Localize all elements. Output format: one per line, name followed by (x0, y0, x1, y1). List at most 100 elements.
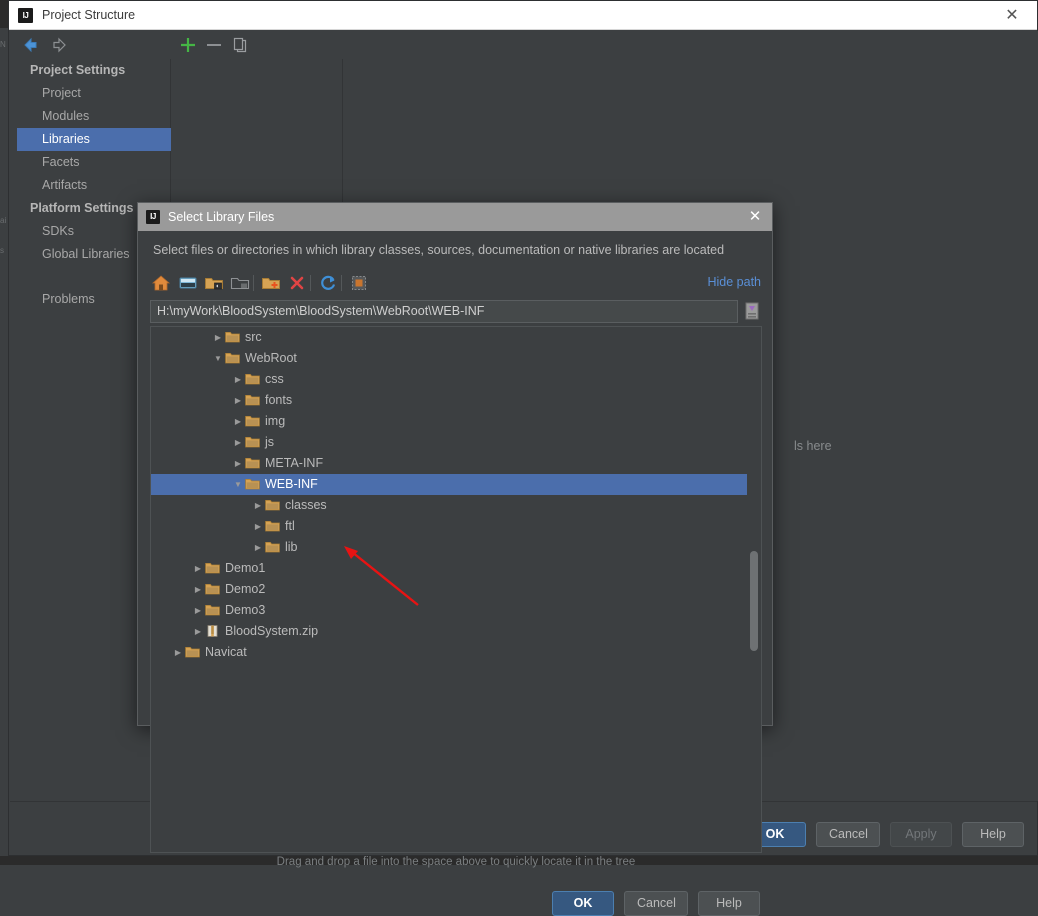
select-library-files-dialog: Select Library Files ✕ Select files or d… (137, 202, 773, 916)
show-hidden-icon[interactable] (347, 271, 371, 295)
chevron-right-icon[interactable]: ▶ (251, 516, 265, 537)
dialog-close-button[interactable]: ✕ (738, 203, 772, 231)
module-dir-icon[interactable] (228, 271, 252, 295)
sidebar-item-modules[interactable]: Modules (10, 105, 170, 128)
tree-node-demo3[interactable]: ▶ Demo3 (151, 600, 748, 621)
window-close-button[interactable]: ✕ (995, 1, 1029, 30)
desktop-icon[interactable] (176, 271, 200, 295)
tree-node-label: WEB-INF (265, 477, 318, 491)
tree-node-label: Navicat (205, 645, 247, 659)
tree-node-demo2[interactable]: ▶ Demo2 (151, 579, 748, 600)
add-button[interactable] (175, 32, 201, 58)
remove-button[interactable] (201, 32, 227, 58)
tree-node-img[interactable]: ▶ img (151, 411, 748, 432)
window-title: Project Structure (42, 8, 136, 22)
dialog-ok-button[interactable]: OK (552, 891, 614, 916)
tree-node-demo1[interactable]: ▶ Demo1 (151, 558, 748, 579)
dialog-title: Select Library Files (168, 210, 275, 224)
zip-icon (205, 623, 220, 637)
tree-node-js[interactable]: ▶ js (151, 432, 748, 453)
file-tree-panel[interactable]: ▶ src ▼ WebRoot ▶ css ▶ fonts ▶ img ▶ js ▶ META-INF ▼ W… (150, 326, 762, 853)
path-history-icon[interactable] (742, 300, 762, 323)
chevron-right-icon[interactable]: ▶ (231, 411, 245, 432)
dialog-description: Select files or directories in which lib… (153, 243, 725, 257)
tree-node-label: Demo1 (225, 561, 266, 575)
forward-arrow-icon[interactable] (49, 34, 71, 56)
tree-node-bloodsystem-zip[interactable]: ▶ BloodSystem.zip (151, 621, 748, 642)
chevron-right-icon[interactable]: ▶ (191, 558, 205, 579)
file-tree[interactable]: ▶ src ▼ WebRoot ▶ css ▶ fonts ▶ img ▶ js ▶ META-INF ▼ W… (151, 327, 748, 852)
tree-node-label: js (265, 435, 275, 449)
help-button[interactable]: Help (962, 822, 1024, 847)
path-input[interactable]: H:\myWork\BloodSystem\BloodSystem\WebRoo… (150, 300, 738, 323)
tree-scrollbar-thumb[interactable] (750, 551, 758, 651)
chevron-right-icon[interactable]: ▶ (191, 621, 205, 642)
chevron-right-icon[interactable]: ▶ (191, 579, 205, 600)
toolbar-separator (310, 275, 311, 291)
intellij-logo-icon (146, 210, 160, 224)
chevron-right-icon[interactable]: ▶ (191, 600, 205, 621)
cancel-button[interactable]: Cancel (816, 822, 880, 847)
tree-node-ftl[interactable]: ▶ ftl (151, 516, 748, 537)
folder-icon (225, 329, 240, 343)
chevron-right-icon[interactable]: ▶ (251, 537, 265, 558)
chevron-down-icon[interactable]: ▼ (231, 474, 245, 495)
chevron-right-icon[interactable]: ▶ (211, 327, 225, 348)
folder-icon (205, 560, 220, 574)
chevron-down-icon[interactable]: ▼ (211, 348, 225, 369)
new-folder-icon[interactable] (259, 271, 283, 295)
folder-icon (205, 581, 220, 595)
chevron-right-icon[interactable]: ▶ (231, 369, 245, 390)
tree-node-src[interactable]: ▶ src (151, 327, 748, 348)
sliver-text-2: s (0, 246, 4, 255)
folder-icon (245, 392, 260, 406)
file-chooser-toolbar: Hide path (149, 271, 763, 297)
tree-vertical-scrollbar[interactable] (747, 328, 760, 851)
sliver-text-0: N (0, 40, 6, 49)
tree-node-label: img (265, 414, 286, 428)
navigation-bar (11, 32, 171, 58)
hide-path-link[interactable]: Hide path (707, 275, 761, 289)
folder-icon (245, 476, 260, 490)
tree-node-fonts[interactable]: ▶ fonts (151, 390, 748, 411)
tree-node-web-inf[interactable]: ▼ WEB-INF (151, 474, 748, 495)
sidebar-item-artifacts[interactable]: Artifacts (10, 174, 170, 197)
tree-node-classes[interactable]: ▶ classes (151, 495, 748, 516)
dialog-cancel-button[interactable]: Cancel (624, 891, 688, 916)
tree-node-css[interactable]: ▶ css (151, 369, 748, 390)
apply-button[interactable]: Apply (890, 822, 952, 847)
chevron-right-icon[interactable]: ▶ (231, 453, 245, 474)
folder-icon (265, 539, 280, 553)
tree-node-label: WebRoot (245, 351, 297, 365)
home-icon[interactable] (149, 271, 173, 295)
tree-node-webroot[interactable]: ▼ WebRoot (151, 348, 748, 369)
chevron-right-icon[interactable]: ▶ (251, 495, 265, 516)
folder-icon (205, 602, 220, 616)
sidebar-item-facets[interactable]: Facets (10, 151, 170, 174)
folder-icon (245, 455, 260, 469)
tree-node-meta-inf[interactable]: ▶ META-INF (151, 453, 748, 474)
chevron-right-icon[interactable]: ▶ (231, 432, 245, 453)
folder-icon (245, 434, 260, 448)
tree-node-label: src (245, 330, 262, 344)
tree-node-label: lib (285, 540, 298, 554)
copy-button[interactable] (227, 32, 253, 58)
tree-node-lib[interactable]: ▶ lib (151, 537, 748, 558)
sidebar-item-libraries[interactable]: Libraries (17, 128, 171, 151)
chevron-right-icon[interactable]: ▶ (171, 642, 185, 663)
sidebar-group-project-settings: Project Settings (30, 63, 126, 77)
folder-icon (225, 350, 240, 364)
toolbar-separator (341, 275, 342, 291)
sidebar-item-project[interactable]: Project (10, 82, 170, 105)
back-arrow-icon[interactable] (19, 34, 41, 56)
window-titlebar: Project Structure ✕ (9, 1, 1037, 30)
sliver-text-1: ai (0, 216, 7, 225)
tree-node-navicat[interactable]: ▶ Navicat (151, 642, 748, 663)
tree-node-label: css (265, 372, 284, 386)
chevron-right-icon[interactable]: ▶ (231, 390, 245, 411)
refresh-icon[interactable] (316, 271, 340, 295)
dialog-help-button[interactable]: Help (698, 891, 760, 916)
project-dir-icon[interactable] (202, 271, 226, 295)
path-row: H:\myWork\BloodSystem\BloodSystem\WebRoo… (150, 300, 762, 323)
delete-icon[interactable] (285, 271, 309, 295)
